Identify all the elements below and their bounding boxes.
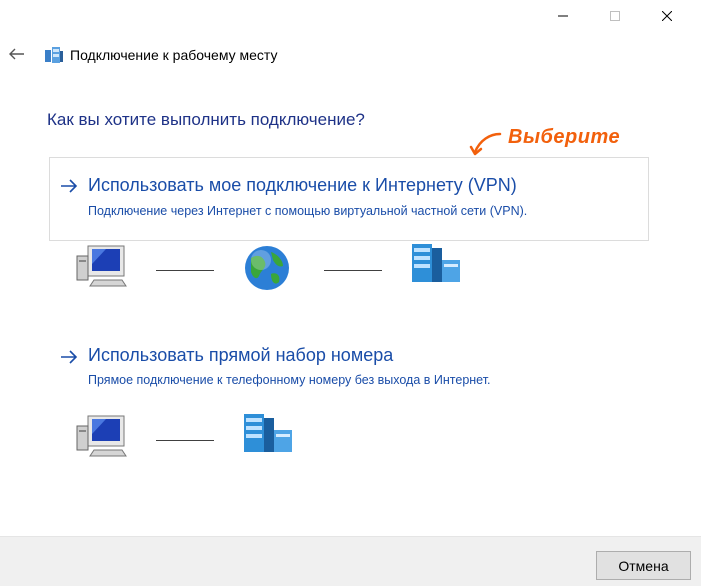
wizard-title: Подключение к рабочему месту xyxy=(70,47,278,63)
option-description: Подключение через Интернет с помощью вир… xyxy=(88,204,528,218)
right-arrow-icon xyxy=(61,350,78,364)
server-icon xyxy=(244,414,292,452)
computer-icon xyxy=(76,415,127,457)
option-title: Использовать прямой набор номера xyxy=(88,345,394,365)
title-bar xyxy=(0,0,701,32)
close-icon xyxy=(662,11,672,21)
computer-icon xyxy=(76,245,127,287)
connection-line xyxy=(156,270,214,271)
option-vpn[interactable]: Использовать мое подключение к Интернету… xyxy=(49,157,649,241)
back-arrow-icon xyxy=(9,48,24,60)
option-dial-up[interactable]: Использовать прямой набор номера Прямое … xyxy=(49,330,649,390)
option-description: Прямое подключение к телефонному номеру … xyxy=(88,373,491,387)
connection-line xyxy=(324,270,382,271)
minimize-button[interactable] xyxy=(540,0,586,32)
server-icon xyxy=(412,244,460,282)
maximize-icon xyxy=(610,11,620,21)
annotation-label: Выберите xyxy=(508,126,621,148)
page-question: Как вы хотите выполнить подключение? xyxy=(47,110,365,129)
annotation-arrow-icon xyxy=(469,132,502,156)
connection-line xyxy=(156,440,214,441)
back-button[interactable] xyxy=(6,42,28,66)
minimize-icon xyxy=(558,15,568,17)
cancel-button[interactable]: Отмена xyxy=(596,551,691,580)
footer-bar: Отмена xyxy=(0,536,701,586)
workplace-connection-icon xyxy=(45,47,63,63)
close-button[interactable] xyxy=(644,0,690,32)
globe-icon xyxy=(245,246,289,290)
option-title: Использовать мое подключение к Интернету… xyxy=(88,175,517,195)
wizard-header: Подключение к рабочему месту xyxy=(0,40,701,70)
right-arrow-icon xyxy=(61,179,78,193)
maximize-button[interactable] xyxy=(592,0,638,32)
